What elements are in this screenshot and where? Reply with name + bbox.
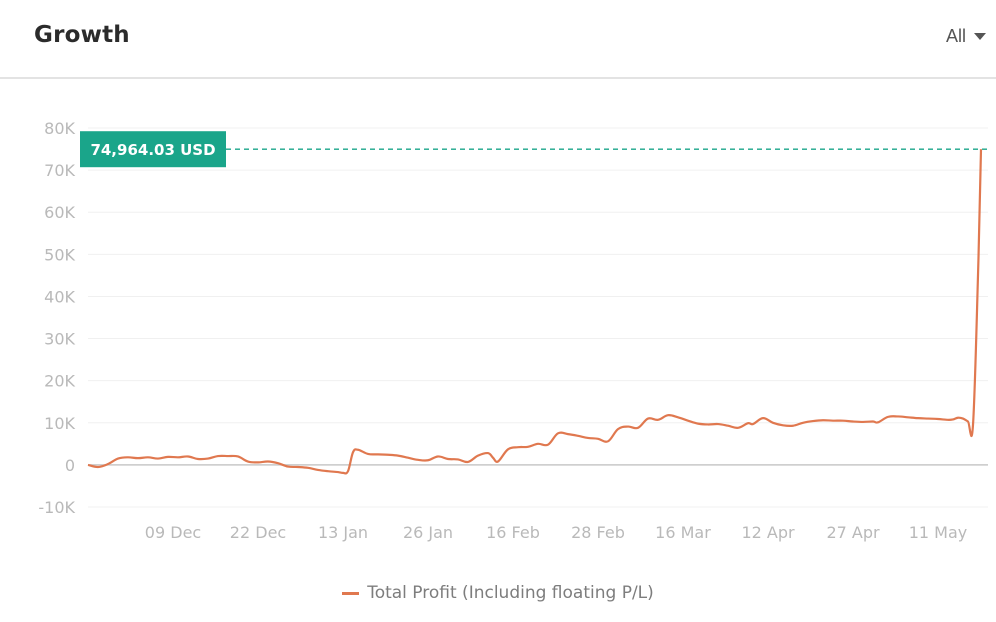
x-tick-label: 26 Jan: [403, 523, 453, 542]
x-tick-label: 12 Apr: [741, 523, 795, 542]
range-dropdown[interactable]: All: [946, 26, 986, 47]
y-tick-label: 30K: [44, 330, 75, 349]
y-tick-label: 80K: [44, 119, 75, 138]
panel-header: Growth All: [0, 0, 996, 79]
x-tick-label: 11 May: [909, 523, 968, 542]
y-tick-label: 70K: [44, 161, 75, 180]
legend-label-total-profit: Total Profit (Including floating P/L): [367, 583, 654, 603]
panel-title: Growth: [34, 22, 130, 48]
y-tick-label: 60K: [44, 203, 75, 222]
x-tick-label: 16 Feb: [486, 523, 540, 542]
y-tick-label: 40K: [44, 287, 75, 306]
x-tick-label: 27 Apr: [826, 523, 880, 542]
y-tick-label: 50K: [44, 245, 75, 264]
x-axis-ticks: 09 Dec 22 Dec 13 Jan 26 Jan 16 Feb 28 Feb 16 M…: [145, 523, 967, 542]
range-dropdown-value: All: [945, 26, 966, 46]
growth-chart: 80K 70K 60K 50K 40K 30K 20K 10K 0 -10K 09 Dec 22 D…: [38, 119, 988, 542]
x-tick-label: 09 Dec: [145, 523, 201, 542]
current-value-badge-label: 74,964.03 USD: [90, 141, 215, 159]
grid-lines: [88, 127, 988, 508]
y-tick-label: -10K: [38, 498, 75, 517]
chart-legend[interactable]: Total Profit (Including floating P/L): [0, 583, 996, 603]
x-tick-label: 22 Dec: [230, 523, 286, 542]
legend-swatch-total-profit: [342, 591, 360, 595]
x-tick-label: 13 Jan: [318, 523, 368, 542]
y-axis-ticks: 80K 70K 60K 50K 40K 30K 20K 10K 0 -10K: [38, 119, 75, 517]
caret-down-icon: [974, 33, 986, 40]
current-value-badge: 74,964.03 USD: [80, 131, 226, 168]
x-tick-label: 16 Mar: [655, 523, 711, 542]
x-tick-label: 28 Feb: [571, 523, 625, 542]
series-line-total-profit: [87, 149, 983, 475]
y-tick-label: 10K: [44, 414, 75, 433]
y-tick-label: 20K: [44, 372, 75, 391]
y-tick-label: 0: [65, 456, 75, 475]
